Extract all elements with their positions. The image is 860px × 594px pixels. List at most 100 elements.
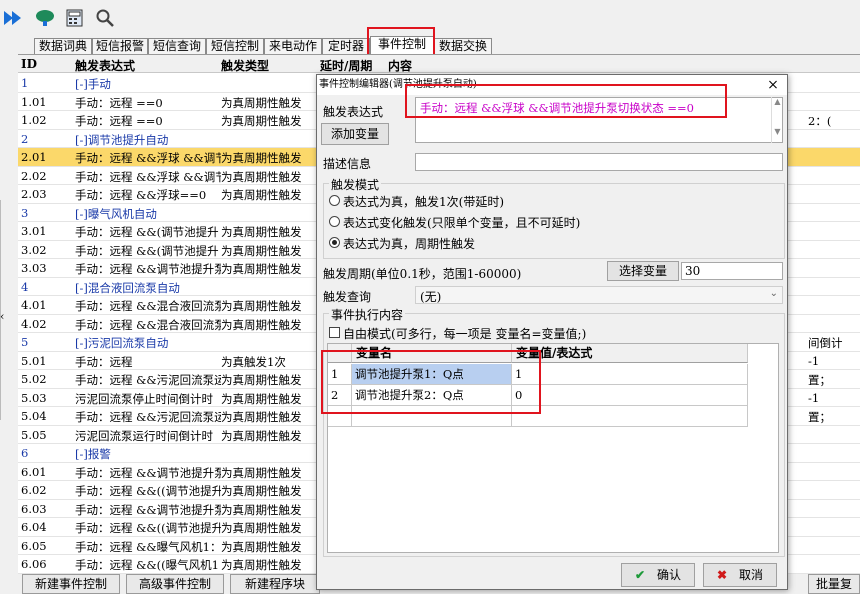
cancel-button[interactable]: ✖ 取消	[703, 563, 777, 587]
new-program-block-button[interactable]: 新建程序块	[230, 574, 320, 594]
row-id: 5.03	[21, 390, 47, 405]
row-trigger-type: 为真周期性触发	[221, 521, 302, 535]
row-expression: 手动：远程 ==0	[75, 95, 163, 110]
row-id: 6.06	[21, 557, 47, 571]
var-name-cell[interactable]	[352, 406, 512, 427]
var-value-cell[interactable]: 0	[512, 385, 748, 406]
mode-change-label: 表达式变化触发(只限单个变量，且不可延时)	[343, 216, 581, 230]
row-expression: 手动：远程 &&浮球 &&调节	[75, 151, 221, 165]
row-trigger-type: 为真周期性触发	[221, 299, 302, 313]
select-variable-button[interactable]: 选择变量	[607, 261, 679, 281]
var-col-name[interactable]: 变量名	[352, 344, 512, 363]
advanced-event-control-button[interactable]: 高级事件控制	[126, 574, 224, 594]
row-expression: 手动：远程 &&调节池提升泵	[75, 262, 221, 276]
network-icon[interactable]	[34, 8, 56, 28]
row-expression: 手动：远程 &&(调节池提升	[75, 243, 219, 258]
row-id: 4	[21, 279, 29, 294]
row-expression: 手动：远程 &&调节池提升泵	[75, 465, 221, 480]
row-content-fragment: 间倒计	[808, 336, 843, 350]
row-id: 2.02	[21, 168, 47, 183]
row-expression: 手动：远程 &&((曝气风机1	[75, 558, 219, 572]
row-expression: [-]手动	[75, 77, 111, 91]
row-expression: 手动：远程 &&浮球 &&调节	[75, 169, 221, 184]
row-expression: [-]调节池提升自动	[75, 132, 169, 147]
row-id: 1	[21, 76, 29, 90]
exec-content-label: 事件执行内容	[329, 306, 406, 323]
tab-sms-control[interactable]: 短信控制	[206, 38, 264, 54]
row-trigger-type: 为真周期性触发	[221, 114, 302, 128]
row-expression: 手动：远程 &&(调节池提升	[75, 225, 219, 239]
row-id: 1.02	[21, 113, 47, 127]
var-value-cell[interactable]	[512, 406, 748, 427]
period-label: 触发周期(单位0.1秒，范围1-60000)	[323, 267, 522, 281]
col-content[interactable]: 内容	[388, 57, 412, 74]
tab-data-exchange[interactable]: 数据交换	[434, 38, 492, 54]
tab-timer[interactable]: 定时器	[322, 38, 370, 54]
free-mode-label: 自由模式(可多行，每一项是 变量名=变量值;)	[343, 327, 587, 341]
col-expr[interactable]: 触发表达式	[75, 57, 221, 74]
row-id: 6.02	[21, 483, 47, 497]
expr-field[interactable]: 手动：远程 &&浮球 &&调节池提升泵切换状态 ==0	[415, 97, 783, 143]
mode-radio-periodic[interactable]	[329, 237, 340, 248]
tab-data-dictionary[interactable]: 数据词典	[34, 38, 92, 54]
row-expression: [-]混合液回流泵自动	[75, 280, 180, 295]
desc-field[interactable]	[415, 153, 783, 171]
mode-radio-change[interactable]	[329, 216, 340, 227]
tab-event-control[interactable]: 事件控制	[370, 36, 434, 54]
batch-copy-button[interactable]: 批量复	[808, 574, 860, 594]
row-expression: 污泥回流泵运行时间倒计时	[75, 428, 213, 443]
row-content-fragment: 置；	[808, 373, 831, 387]
row-trigger-type: 为真周期性触发	[221, 317, 302, 332]
fast-forward-icon[interactable]	[2, 8, 24, 28]
col-delay[interactable]: 延时/周期	[320, 57, 372, 74]
confirm-button[interactable]: ✔ 确认	[621, 563, 695, 587]
row-id: 3	[21, 205, 29, 220]
expr-scrollbar[interactable]: ▲ ▼	[771, 97, 783, 143]
calculator-icon[interactable]	[64, 8, 86, 28]
period-field[interactable]: 30	[681, 262, 783, 280]
chevron-down-icon: ⌄	[769, 288, 778, 299]
row-id: 2	[21, 131, 29, 146]
tab-sms-alarm[interactable]: 短信报警	[92, 38, 148, 54]
row-expression: 手动：远程 &&((调节池提升	[75, 521, 221, 535]
mode-periodic-label: 表达式为真，周期性触发	[343, 237, 476, 251]
row-expression: 手动：远程 &&污泥回流泵运	[75, 373, 221, 387]
cancel-label: 取消	[738, 568, 763, 582]
row-trigger-type: 为真周期性触发	[221, 188, 302, 202]
row-trigger-type: 为真周期性触发	[221, 243, 302, 258]
search-icon[interactable]	[94, 8, 116, 28]
confirm-label: 确认	[656, 568, 681, 582]
splitter-arrow-icon[interactable]: ‹	[0, 310, 4, 323]
dialog-title: 事件控制编辑器(调节池提升泵自动)	[317, 75, 787, 95]
close-icon[interactable]: ×	[765, 76, 781, 94]
mode-radio-once[interactable]	[329, 195, 340, 206]
row-trigger-type: 为真周期性触发	[221, 558, 302, 572]
new-event-control-button[interactable]: 新建事件控制	[22, 574, 120, 594]
add-variable-button[interactable]: 添加变量	[321, 123, 389, 145]
var-col-value[interactable]: 变量值/表达式	[512, 344, 748, 363]
query-select[interactable]: (无) ⌄	[415, 286, 783, 304]
var-row-number	[328, 406, 352, 427]
var-name-cell[interactable]: 调节池提升泵2：Q点	[352, 385, 512, 406]
row-trigger-type: 为真周期性触发	[221, 465, 302, 480]
row-id: 6.05	[21, 538, 47, 553]
row-trigger-type: 为真周期性触发	[221, 539, 302, 554]
row-id: 5	[21, 335, 29, 349]
row-content-fragment: 2：(	[808, 114, 832, 128]
free-mode-checkbox[interactable]	[329, 327, 340, 338]
row-expression: [-]污泥回流泵自动	[75, 336, 169, 350]
row-expression: 手动：远程 &&污泥回流泵运	[75, 410, 221, 424]
col-id[interactable]: ID	[21, 57, 71, 71]
tab-sms-query[interactable]: 短信查询	[148, 38, 206, 54]
row-expression: 手动：远程 &&浮球==0	[75, 188, 207, 202]
row-id: 5.01	[21, 353, 47, 368]
row-id: 3.02	[21, 242, 47, 257]
tab-incoming-call[interactable]: 来电动作	[264, 38, 322, 54]
query-label: 触发查询	[323, 290, 372, 304]
row-content-fragment: -1	[808, 353, 820, 368]
var-name-cell[interactable]: 调节池提升泵1：Q点	[352, 364, 512, 385]
row-expression: 手动：远程 &&混合液回流泵	[75, 317, 221, 332]
var-value-cell[interactable]: 1	[512, 364, 748, 385]
row-expression: [-]报警	[75, 447, 111, 461]
col-type[interactable]: 触发类型	[221, 57, 317, 74]
